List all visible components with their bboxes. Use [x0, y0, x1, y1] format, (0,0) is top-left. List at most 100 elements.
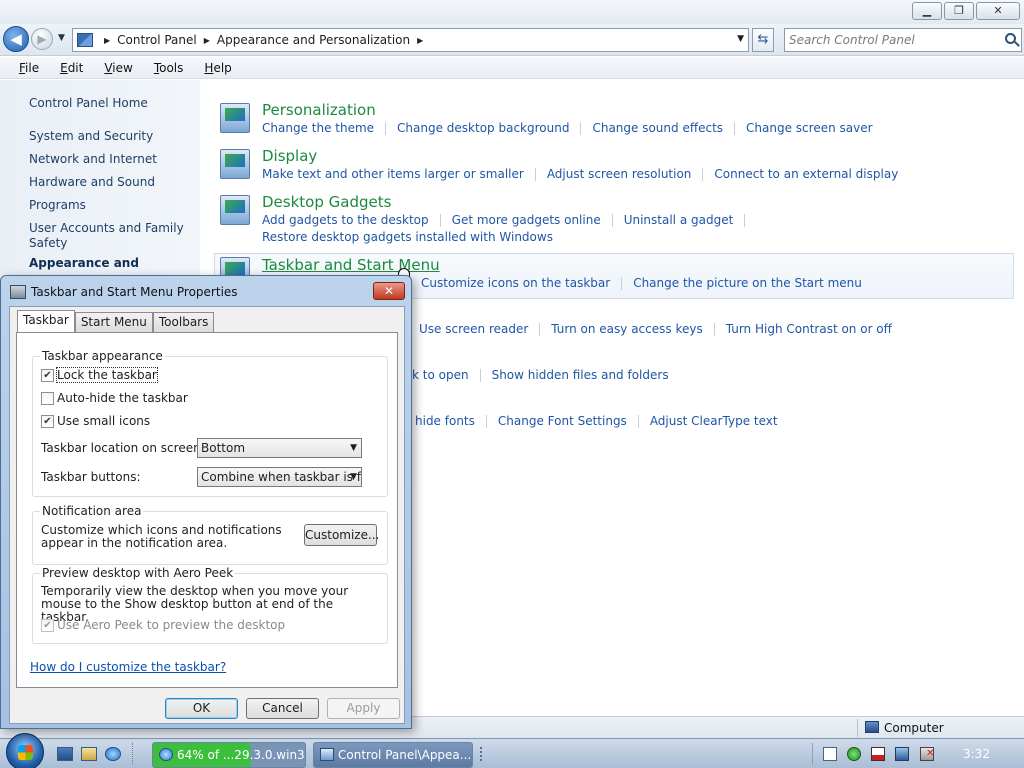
link-external-display[interactable]: Connect to an external display	[714, 167, 898, 181]
link-text-size[interactable]: Make text and other items larger or smal…	[262, 167, 524, 181]
breadcrumb-appearance[interactable]: Appearance and Personalization	[217, 33, 410, 47]
refresh-button[interactable]: ⇆	[752, 28, 774, 52]
link-divider	[479, 368, 481, 382]
back-button[interactable]: ◀	[3, 26, 29, 52]
taskbar-button-label: 64% of ...29.3.0.win3...	[177, 748, 306, 762]
sidebar-item-user-accounts[interactable]: User Accounts and Family Safety	[29, 221, 194, 251]
category-title-display[interactable]: Display	[262, 147, 317, 165]
small-icons-checkbox[interactable]: ✔ Use small icons	[41, 414, 150, 428]
link-high-contrast[interactable]: Turn High Contrast on or off	[726, 322, 892, 336]
chevron-right-icon[interactable]: ▶	[104, 36, 110, 45]
status-location: Computer	[884, 721, 944, 735]
lock-taskbar-checkbox[interactable]: ✔ Lock the taskbar	[41, 367, 158, 383]
checkbox-label: Lock the taskbar	[56, 367, 158, 383]
ease-of-access-links: Use screen reader Turn on easy access ke…	[419, 322, 892, 336]
taskbar-button-download[interactable]: 64% of ...29.3.0.win3...	[152, 742, 306, 768]
address-bar[interactable]: ▶ Control Panel ▶ Appearance and Persona…	[72, 28, 749, 52]
category-title-gadgets[interactable]: Desktop Gadgets	[262, 193, 391, 211]
sidebar-item-home[interactable]: Control Panel Home	[29, 96, 194, 111]
checkbox-checked[interactable]: ✔	[41, 368, 54, 382]
search-box[interactable]	[784, 28, 1022, 52]
sidebar-item-hardware[interactable]: Hardware and Sound	[29, 175, 194, 190]
sidebar-item-programs[interactable]: Programs	[29, 198, 194, 213]
volume-muted-icon[interactable]	[920, 747, 934, 761]
link-hide-fonts[interactable]: hide fonts	[415, 414, 475, 428]
recent-pages-dropdown-icon[interactable]: ▼	[58, 33, 65, 43]
menu-edit[interactable]: Edit	[60, 61, 83, 75]
location-select[interactable]: Bottom ▼	[197, 438, 362, 458]
personalization-links: Change the theme Change desktop backgrou…	[262, 121, 873, 135]
link-uninstall-gadget[interactable]: Uninstall a gadget	[624, 213, 734, 227]
action-center-flag-icon[interactable]	[871, 747, 885, 761]
network-tray-icon[interactable]	[895, 747, 909, 761]
close-icon[interactable]: ✕	[373, 282, 405, 300]
link-customize-taskbar-icons[interactable]: Customize icons on the taskbar	[421, 276, 610, 290]
show-desktop-icon[interactable]	[57, 747, 73, 761]
dialog-title: Taskbar and Start Menu Properties	[31, 285, 238, 299]
clock[interactable]: 3:32	[963, 747, 990, 761]
link-more-gadgets[interactable]: Get more gadgets online	[452, 213, 601, 227]
link-add-gadgets[interactable]: Add gadgets to the desktop	[262, 213, 429, 227]
checkbox-unchecked[interactable]	[41, 391, 54, 405]
link-cleartype[interactable]: Adjust ClearType text	[650, 414, 778, 428]
menu-file[interactable]: File	[19, 61, 39, 75]
link-divider	[734, 121, 736, 135]
checkbox-checked[interactable]: ✔	[41, 414, 54, 428]
search-icon[interactable]	[1005, 33, 1016, 44]
cancel-button[interactable]: Cancel	[246, 698, 319, 719]
link-click-to-open[interactable]: k to open	[412, 368, 469, 382]
buttons-label: Taskbar buttons:	[41, 470, 141, 484]
taskbar: 64% of ...29.3.0.win3... Control Panel\A…	[0, 733, 1024, 768]
close-icon[interactable]: ✕	[976, 2, 1020, 20]
link-screen-resolution[interactable]: Adjust screen resolution	[547, 167, 692, 181]
customize-button[interactable]: Customize...	[304, 524, 379, 546]
menu-tools[interactable]: Tools	[154, 61, 184, 75]
explorer-icon[interactable]	[81, 747, 97, 761]
category-title-personalization[interactable]: Personalization	[262, 101, 376, 119]
document-tray-icon[interactable]	[823, 747, 837, 761]
restore-icon[interactable]: ❐	[944, 2, 974, 20]
forward-button[interactable]: ▶	[31, 28, 53, 50]
personalization-icon[interactable]	[220, 103, 250, 133]
menu-help[interactable]: Help	[204, 61, 231, 75]
taskbar-button-control-panel[interactable]: Control Panel\Appea...	[313, 742, 473, 768]
search-input[interactable]	[789, 32, 997, 48]
taskbar-properties-dialog: Taskbar and Start Menu Properties ✕ Task…	[0, 275, 412, 729]
buttons-select[interactable]: Combine when taskbar is full ▼	[197, 467, 362, 487]
gadgets-icon[interactable]	[220, 195, 250, 225]
category-title-taskbar[interactable]: Taskbar and Start Menu	[262, 256, 440, 274]
ok-button[interactable]: OK	[165, 698, 238, 719]
display-icon[interactable]	[220, 149, 250, 179]
tab-taskbar[interactable]: Taskbar	[17, 310, 75, 332]
help-link[interactable]: How do I customize the taskbar?	[30, 660, 226, 674]
tab-start-menu[interactable]: Start Menu	[74, 312, 153, 332]
taskbar-properties-icon	[10, 285, 26, 299]
minimize-icon[interactable]: ▁	[912, 2, 942, 20]
tab-toolbars[interactable]: Toolbars	[152, 312, 215, 332]
link-screen-reader[interactable]: Use screen reader	[419, 322, 528, 336]
link-change-background[interactable]: Change desktop background	[397, 121, 569, 135]
auto-hide-checkbox[interactable]: Auto-hide the taskbar	[41, 391, 188, 405]
link-change-sounds[interactable]: Change sound effects	[592, 121, 723, 135]
taskbar-grip[interactable]	[480, 747, 484, 761]
link-change-screensaver[interactable]: Change screen saver	[746, 121, 873, 135]
link-start-menu-picture[interactable]: Change the picture on the Start menu	[633, 276, 862, 290]
link-access-keys[interactable]: Turn on easy access keys	[551, 322, 702, 336]
chevron-right-icon[interactable]: ▶	[204, 36, 210, 45]
sidebar-item-system-security[interactable]: System and Security	[29, 129, 194, 144]
address-dropdown-icon[interactable]: ▼	[737, 34, 744, 44]
link-font-settings[interactable]: Change Font Settings	[498, 414, 627, 428]
start-button[interactable]	[6, 733, 44, 768]
taskbar-links: Customize icons on the taskbar Change th…	[421, 276, 862, 290]
menu-view[interactable]: View	[104, 61, 132, 75]
security-tray-icon[interactable]	[847, 747, 861, 761]
link-change-theme[interactable]: Change the theme	[262, 121, 374, 135]
internet-explorer-icon[interactable]	[105, 747, 121, 761]
aero-peek-group: Preview desktop with Aero Peek Temporari…	[32, 566, 388, 644]
chevron-right-icon[interactable]: ▶	[417, 36, 423, 45]
sidebar-item-appearance[interactable]: Appearance and	[29, 256, 194, 271]
link-restore-gadgets[interactable]: Restore desktop gadgets installed with W…	[262, 230, 553, 244]
breadcrumb-control-panel[interactable]: Control Panel	[117, 33, 197, 47]
link-hidden-files[interactable]: Show hidden files and folders	[492, 368, 669, 382]
sidebar-item-network[interactable]: Network and Internet	[29, 152, 194, 167]
